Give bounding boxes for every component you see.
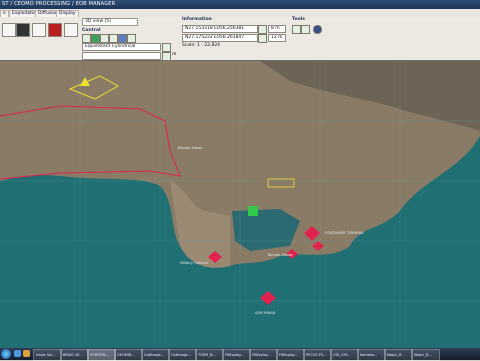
control-button-5[interactable]: [118, 34, 127, 43]
tab-e[interactable]: e: [0, 10, 9, 17]
control-button-6[interactable]: [127, 34, 136, 43]
coordinate-input[interactable]: [82, 52, 161, 60]
task-item-3[interactable]: FORTION...: [87, 349, 116, 361]
coordinate-field-1[interactable]: N27.153318 E056.256381: [182, 25, 258, 33]
tools-pointer-button[interactable]: [292, 25, 301, 34]
control-section-title: Control: [82, 28, 101, 33]
distance-field-1[interactable]: 8 m: [268, 25, 286, 33]
save-button[interactable]: [16, 23, 30, 37]
unit-label: m: [172, 52, 177, 57]
satellite-map[interactable]: Bandar Abbas ASM MINAB Bandar Abbas CONT…: [0, 61, 480, 348]
projection-dropdown-button[interactable]: [162, 43, 171, 52]
task-item-13[interactable]: Kameka...: [357, 349, 386, 361]
task-item-14[interactable]: Mapic_R...: [384, 349, 413, 361]
task-item-4[interactable]: GEOMIN...: [114, 349, 143, 361]
control-button-1[interactable]: [82, 34, 91, 43]
task-item-8[interactable]: FK8xplay...: [222, 349, 251, 361]
quicklaunch-icon-2[interactable]: [23, 350, 30, 357]
back-button[interactable]: [2, 23, 16, 37]
task-item-5[interactable]: Calibrage...: [141, 349, 170, 361]
task-item-7[interactable]: TOEM_N...: [195, 349, 224, 361]
print-button[interactable]: [64, 23, 78, 37]
control-button-2[interactable]: [91, 34, 100, 43]
info-button-2[interactable]: [258, 34, 267, 43]
map-canvas: [0, 61, 480, 348]
map-label-c: Bandar Abbas: [268, 253, 293, 257]
tools-zoom-button[interactable]: [301, 25, 310, 34]
task-item-1[interactable]: Inbox Sol...: [33, 349, 62, 361]
clock-button[interactable]: [32, 23, 46, 37]
control-toolbar: 3D view (5) Control Equidistant Cylindri…: [0, 17, 480, 62]
distance-field-2[interactable]: 12 m: [268, 34, 286, 42]
tools-section-title: Tools: [292, 17, 305, 22]
task-item-2[interactable]: BRAIG 40...: [60, 349, 89, 361]
task-item-11[interactable]: PECOS FS...: [303, 349, 332, 361]
map-label-e: Military Harbour: [180, 261, 209, 265]
coordinate-dropdown-button[interactable]: [162, 52, 171, 61]
projection-select[interactable]: Equidistant Cylindrical: [82, 43, 161, 51]
task-item-12[interactable]: CID_C9F...: [330, 349, 359, 361]
record-button[interactable]: [48, 23, 62, 37]
map-label-d: CONTAINER TERMINAL: [325, 231, 365, 235]
tab-display[interactable]: Display: [56, 10, 79, 17]
scale-label: Scale: 1 : 22,824: [182, 43, 221, 48]
tab-3d-view[interactable]: 3D view (5): [82, 18, 138, 26]
globe-icon[interactable]: [313, 25, 322, 34]
task-item-15[interactable]: Mapic_R...: [411, 349, 440, 361]
control-button-3[interactable]: [100, 34, 109, 43]
title-bar: ST / CEOMO PROCESSING / EOB MANAGER: [0, 0, 480, 9]
task-item-10[interactable]: FK8xplay...: [276, 349, 305, 361]
map-label-a: Bandar Abbas: [178, 146, 203, 150]
coordinate-field-2[interactable]: N27.175222 E056.261847: [182, 34, 258, 42]
information-section-title: Information: [182, 17, 212, 22]
start-button[interactable]: [1, 349, 11, 359]
task-item-9[interactable]: FK8xplay...: [249, 349, 278, 361]
control-button-4[interactable]: [109, 34, 118, 43]
window-title: ST / CEOMO PROCESSING / EOB MANAGER: [2, 1, 116, 7]
taskbar: Inbox Sol... BRAIG 40... FORTION... GEOM…: [0, 348, 480, 361]
quicklaunch-icon-1[interactable]: [14, 350, 21, 357]
map-label-b: ASM MINAB: [255, 311, 276, 315]
info-button-1[interactable]: [258, 25, 267, 34]
task-item-6[interactable]: Calibrage...: [168, 349, 197, 361]
marker-green-icon[interactable]: [248, 206, 258, 216]
